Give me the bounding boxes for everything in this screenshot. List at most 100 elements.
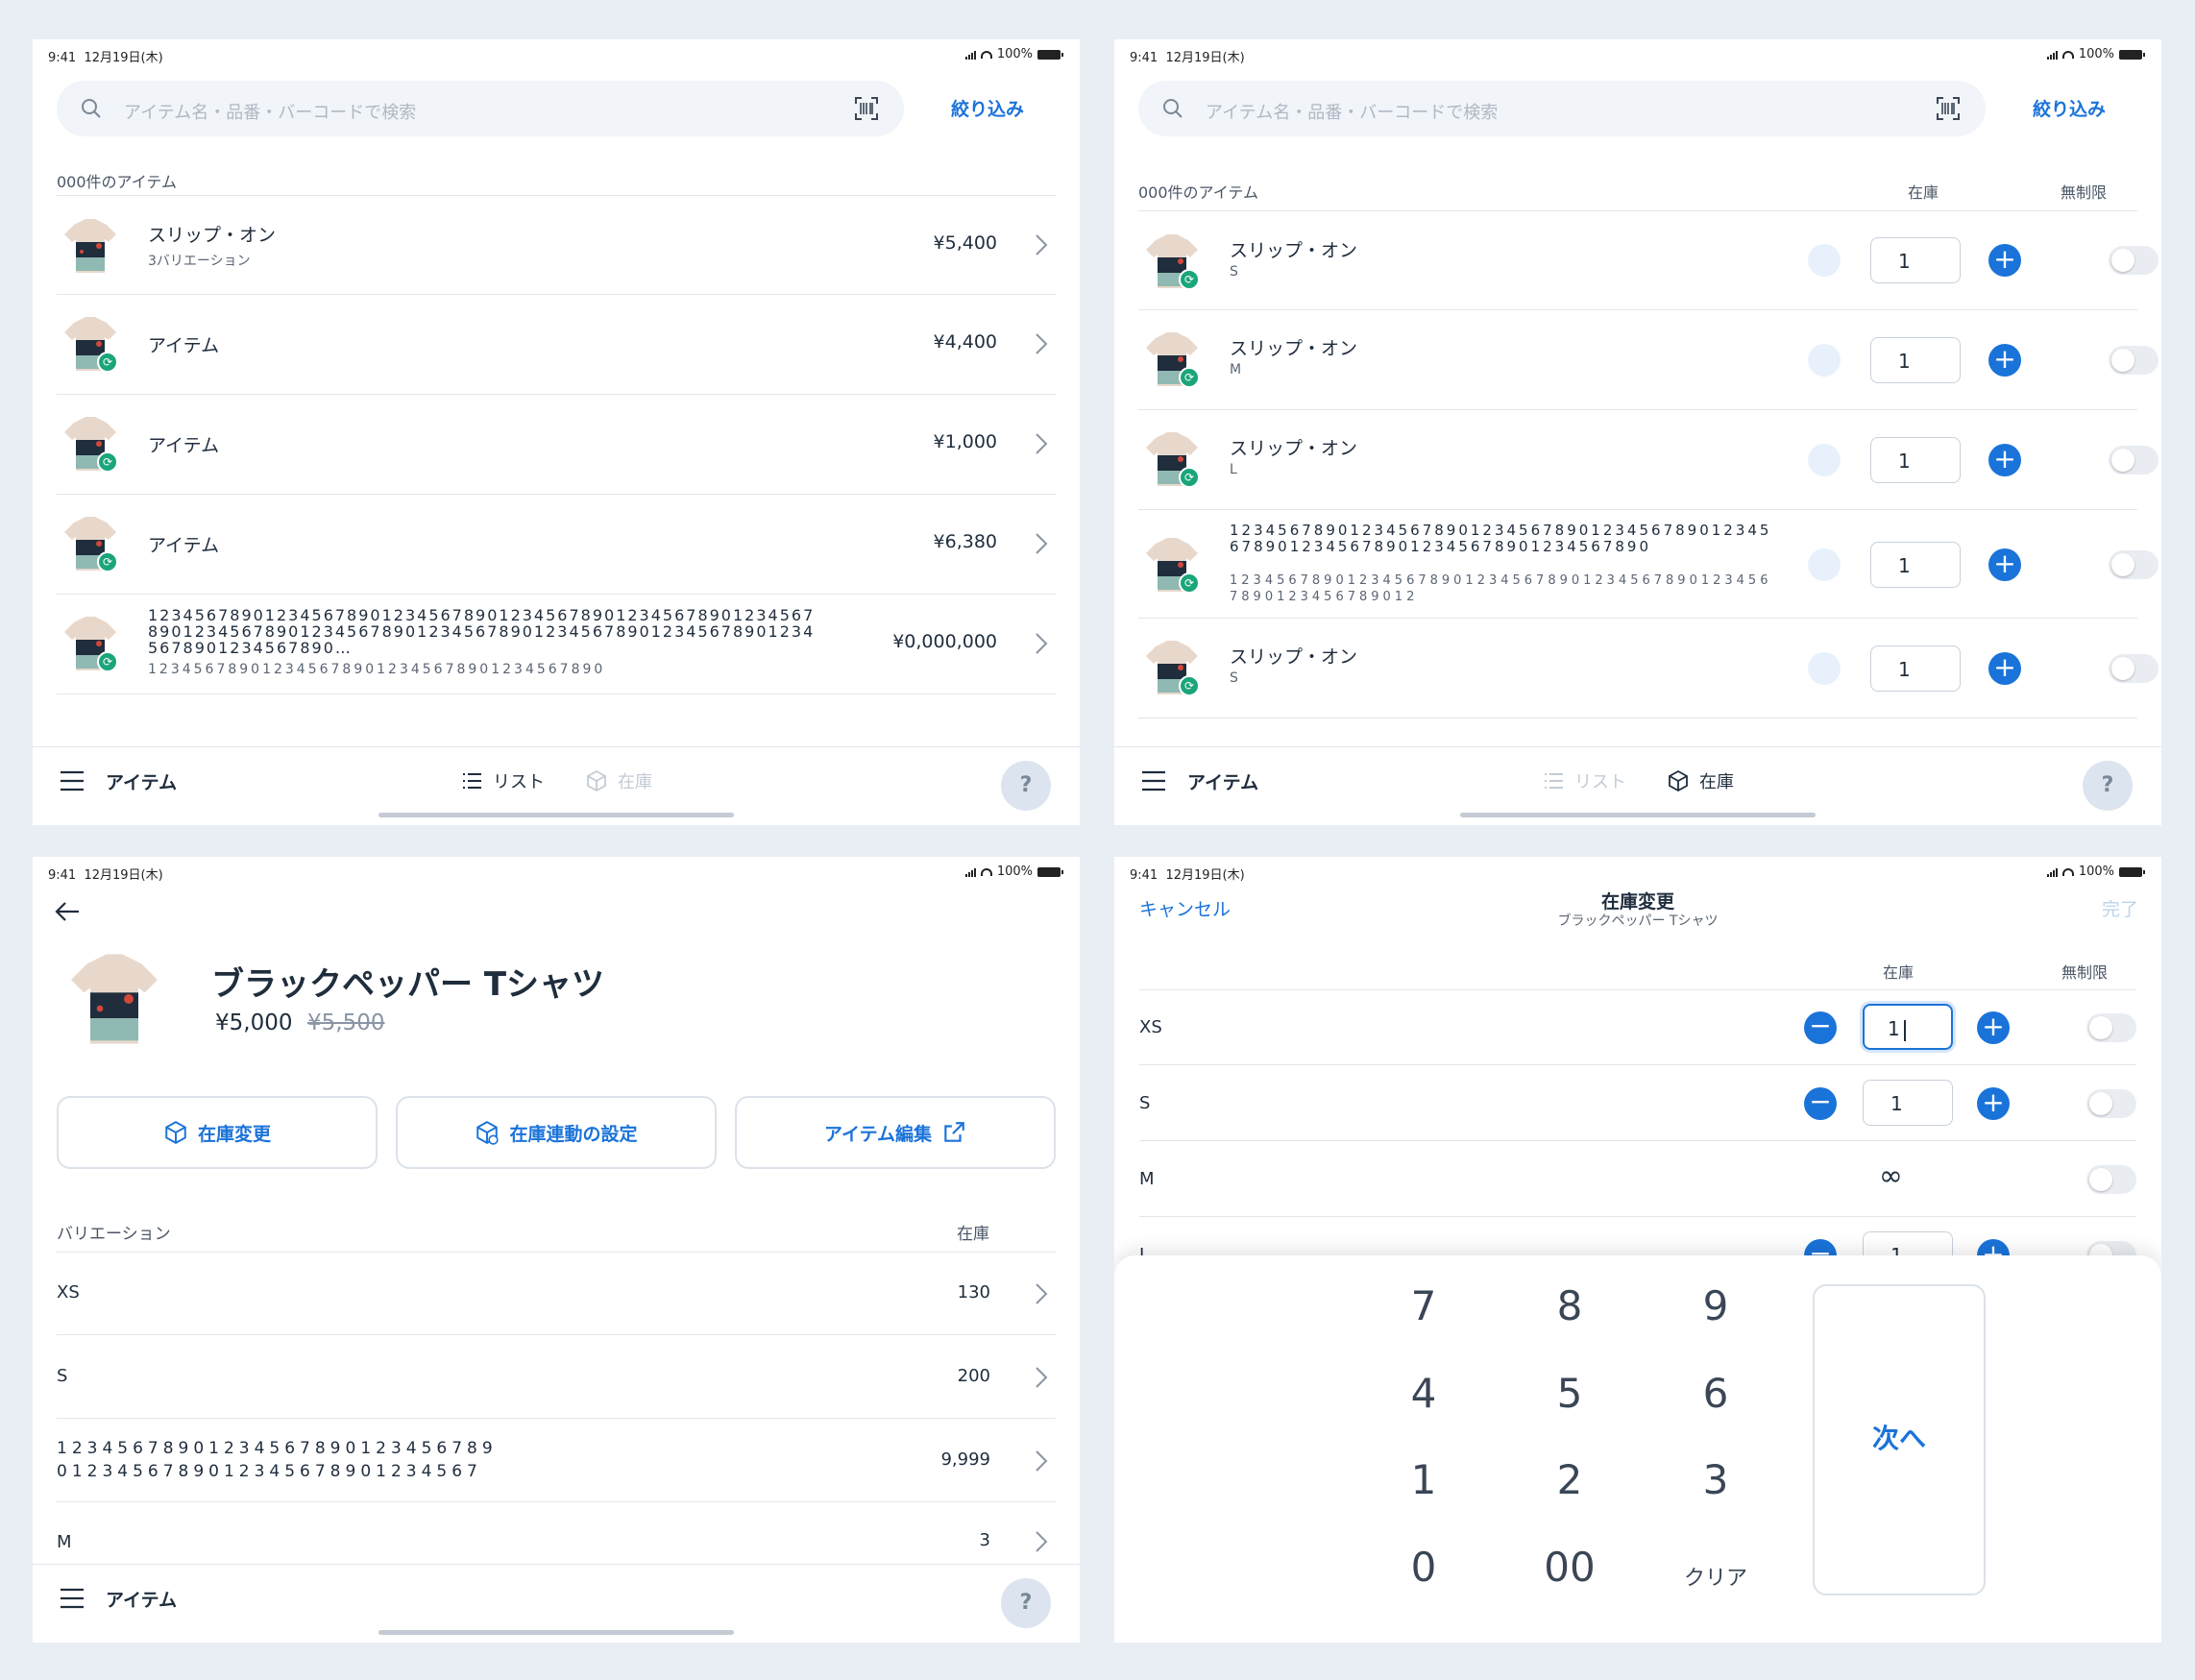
key-0[interactable]: 0 <box>1366 1544 1481 1591</box>
key-2[interactable]: 2 <box>1512 1456 1627 1503</box>
menu-icon[interactable] <box>1141 770 1166 791</box>
item-name: 1234567890123456789012345678901234567890… <box>148 607 816 657</box>
stock-edit-screen: 9:41 12月19日(木) 100% キャンセル 在庫変更 ブラックペッパー … <box>1114 857 2161 1643</box>
unlimited-toggle[interactable] <box>2086 1089 2136 1118</box>
quantity-field[interactable]: 1 <box>1870 645 1961 692</box>
barcode-scan-icon[interactable] <box>1936 96 1961 121</box>
variation-label: 12345678901234567890123456789 0123456789… <box>57 1439 498 1481</box>
search-input[interactable]: アイテム名・品番・バーコードで検索 <box>57 81 904 136</box>
bottom-toolbar: アイテム リスト 在庫 ? <box>1114 746 2161 825</box>
filter-button[interactable]: 絞り込み <box>2033 95 2106 121</box>
stock-column-header: 在庫 <box>1908 183 1939 202</box>
help-button[interactable]: ? <box>1001 761 1051 811</box>
quantity-field[interactable]: 1 <box>1870 437 1961 483</box>
stock-row: M ∞ <box>1139 1142 2136 1217</box>
item-count: 000件のアイテム <box>1138 183 1258 202</box>
next-button[interactable]: 次へ <box>1813 1284 1986 1595</box>
key-7[interactable]: 7 <box>1366 1282 1481 1329</box>
key-5[interactable]: 5 <box>1512 1370 1627 1417</box>
key-3[interactable]: 3 <box>1658 1456 1773 1503</box>
quantity-field[interactable]: 1 <box>1863 1080 1953 1126</box>
unlimited-toggle[interactable] <box>2109 346 2158 375</box>
key-4[interactable]: 4 <box>1366 1370 1481 1417</box>
chevron-right-icon <box>1036 633 1048 654</box>
menu-icon[interactable] <box>60 770 85 791</box>
key-1[interactable]: 1 <box>1366 1456 1481 1503</box>
variation-row[interactable]: M 3 <box>57 1503 1056 1561</box>
help-button[interactable]: ? <box>2083 761 2133 811</box>
sync-icon: ⟳ <box>1179 675 1200 696</box>
item-detail-screen: 9:41 12月19日(木) 100% ブラックペッパー Tシャツ ¥5,000… <box>33 857 1080 1643</box>
unlimited-toggle[interactable] <box>2086 1013 2136 1042</box>
back-arrow-icon[interactable] <box>54 900 81 923</box>
increment-button[interactable]: + <box>1988 444 2021 476</box>
item-variation-count: 3バリエーション <box>148 254 251 269</box>
variation-row[interactable]: S 200 <box>57 1336 1056 1419</box>
unlimited-toggle[interactable] <box>2109 550 2158 579</box>
item-price: ¥0,000,000 <box>892 631 997 652</box>
item-name: アイテム <box>148 435 220 456</box>
unlimited-column-header: 無制限 <box>2061 183 2108 202</box>
key-clear[interactable]: クリア <box>1658 1561 1773 1592</box>
decrement-button[interactable]: − <box>1804 1087 1837 1120</box>
increment-button[interactable]: + <box>1988 244 2021 277</box>
chevron-right-icon <box>1036 1367 1048 1388</box>
item-count: 000件のアイテム <box>57 173 177 191</box>
list-item: ⟳ 12345678901234567890123456789012345678… <box>1138 511 2158 619</box>
decrement-button[interactable]: − <box>1808 244 1841 277</box>
help-button[interactable]: ? <box>1001 1578 1051 1628</box>
stock-sync-settings-button[interactable]: 在庫連動の設定 <box>396 1096 717 1169</box>
item-variation: S <box>1230 264 1238 280</box>
edit-item-button[interactable]: アイテム編集 <box>735 1096 1056 1169</box>
list-item[interactable]: ⟳ 12345678901234567890123456789012345678… <box>57 596 1056 694</box>
tab-stock[interactable]: 在庫 <box>585 768 652 793</box>
list-item[interactable]: ⟳ アイテム ¥4,400 <box>57 296 1056 395</box>
quantity-field[interactable]: 1 <box>1870 237 1961 283</box>
unlimited-toggle[interactable] <box>2086 1165 2136 1194</box>
key-9[interactable]: 9 <box>1658 1282 1773 1329</box>
item-thumbnail: ⟳ <box>1142 330 1202 388</box>
variation-stock: 9,999 <box>940 1449 990 1470</box>
unlimited-toggle[interactable] <box>2109 446 2158 475</box>
menu-icon[interactable] <box>60 1588 85 1609</box>
filter-button[interactable]: 絞り込み <box>951 95 1024 121</box>
tab-list[interactable]: リスト <box>1542 768 1626 793</box>
increment-button[interactable]: + <box>1977 1087 2010 1120</box>
search-input[interactable]: アイテム名・品番・バーコードで検索 <box>1138 81 1986 136</box>
list-item[interactable]: スリップ・オン 3バリエーション ¥5,400 <box>57 196 1056 295</box>
increment-button[interactable]: + <box>1988 548 2021 581</box>
decrement-button[interactable]: − <box>1808 652 1841 685</box>
tab-stock[interactable]: 在庫 <box>1667 768 1734 793</box>
list-item[interactable]: ⟳ アイテム ¥6,380 <box>57 496 1056 595</box>
done-button[interactable]: 完了 <box>2102 895 2138 921</box>
barcode-scan-icon[interactable] <box>854 96 879 121</box>
tab-list[interactable]: リスト <box>460 768 545 793</box>
item-name: アイテム <box>148 535 220 556</box>
variation-row[interactable]: XS 130 <box>57 1253 1056 1335</box>
key-8[interactable]: 8 <box>1512 1282 1627 1329</box>
item-thumbnail: ⟳ <box>61 515 120 572</box>
stock-change-button[interactable]: 在庫変更 <box>57 1096 378 1169</box>
variation-row[interactable]: 12345678901234567890123456789 0123456789… <box>57 1420 1056 1502</box>
signal-icon <box>964 867 976 877</box>
decrement-button[interactable]: − <box>1808 548 1841 581</box>
unlimited-toggle[interactable] <box>2109 246 2158 275</box>
increment-button[interactable]: + <box>1988 344 2021 377</box>
increment-button[interactable]: + <box>1977 1011 2010 1044</box>
key-00[interactable]: 00 <box>1512 1544 1627 1591</box>
item-name: スリップ・オン <box>1230 646 1358 668</box>
unlimited-toggle[interactable] <box>2109 654 2158 683</box>
quantity-field[interactable]: 1 <box>1870 542 1961 588</box>
decrement-button[interactable]: − <box>1808 344 1841 377</box>
sync-icon: ⟳ <box>97 451 118 473</box>
decrement-button[interactable]: − <box>1804 1011 1837 1044</box>
quantity-field[interactable]: 1 <box>1870 337 1961 383</box>
key-6[interactable]: 6 <box>1658 1370 1773 1417</box>
list-icon <box>1545 773 1563 789</box>
item-name: スリップ・オン <box>1230 438 1358 459</box>
list-item[interactable]: ⟳ アイテム ¥1,000 <box>57 396 1056 495</box>
increment-button[interactable]: + <box>1988 652 2021 685</box>
decrement-button[interactable]: − <box>1808 444 1841 476</box>
quantity-field[interactable]: 1 <box>1863 1004 1953 1050</box>
toolbar-title: アイテム <box>1187 772 1259 793</box>
